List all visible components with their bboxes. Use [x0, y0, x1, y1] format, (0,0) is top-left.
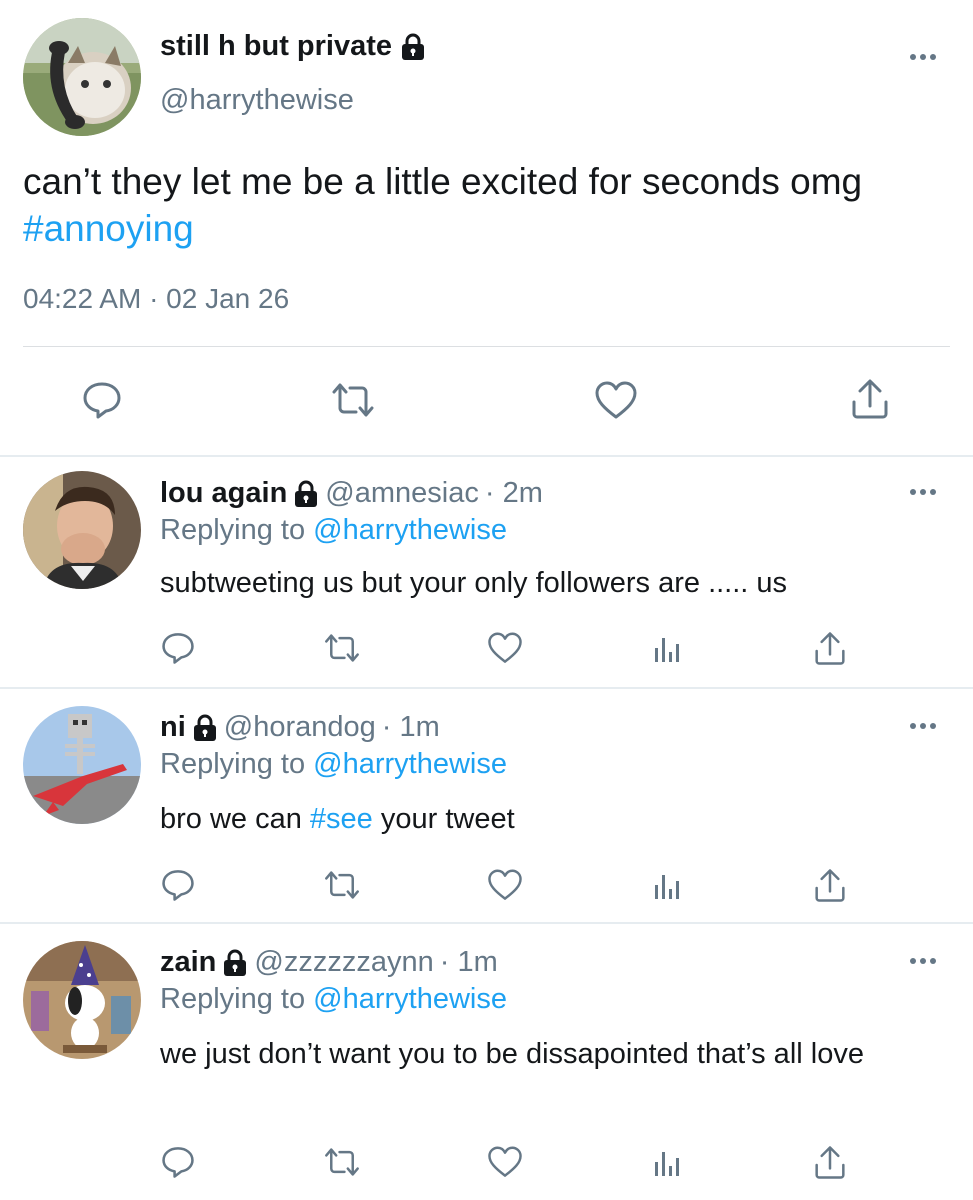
- like-button[interactable]: [486, 1144, 524, 1180]
- reply-tweet: zain @zzzzzzaynn · 1m Replying to @harry…: [0, 924, 973, 1200]
- more-options-icon[interactable]: [910, 958, 936, 964]
- share-icon: [815, 868, 845, 902]
- reply-display-name[interactable]: zain: [160, 946, 216, 979]
- lock-icon: [193, 714, 216, 741]
- hashtag-link[interactable]: #see: [310, 803, 373, 835]
- retweet-icon: [325, 634, 359, 662]
- reply-tweet: lou again @amnesiac · 2m Replying to @ha…: [0, 457, 973, 687]
- reply-handle[interactable]: @horandog: [224, 711, 376, 744]
- like-button[interactable]: [486, 867, 524, 903]
- reply-icon: [162, 870, 194, 901]
- reply-time: · 1m: [381, 711, 440, 743]
- replying-to-label: Replying to: [160, 748, 306, 780]
- more-options-icon[interactable]: [910, 489, 936, 495]
- reply-text-body: bro we can: [160, 803, 310, 835]
- retweet-button[interactable]: [330, 380, 376, 420]
- reply-display-name[interactable]: lou again: [160, 477, 287, 510]
- share-icon: [815, 1145, 845, 1179]
- reply-display-name[interactable]: ni: [160, 711, 186, 744]
- reply-text: subtweeting us but your only followers a…: [160, 563, 940, 603]
- reply-header: lou again @amnesiac · 2m: [160, 477, 543, 510]
- like-icon: [488, 632, 522, 663]
- retweet-button[interactable]: [322, 630, 362, 666]
- share-button[interactable]: [812, 866, 848, 904]
- reply-text: we just don’t want you to be dissapointe…: [160, 1034, 930, 1074]
- main-tweet-body: can’t they let me be a little excited fo…: [23, 161, 863, 202]
- reply-text-body-end: your tweet: [372, 803, 515, 835]
- reply-icon: [162, 633, 194, 664]
- mention-link[interactable]: @harrythewise: [313, 748, 507, 780]
- lock-icon: [402, 33, 425, 60]
- analytics-button[interactable]: [650, 869, 684, 903]
- divider: [23, 346, 950, 347]
- mention-link[interactable]: @harrythewise: [313, 514, 507, 546]
- reply-button[interactable]: [160, 1144, 196, 1180]
- share-icon: [815, 631, 845, 665]
- reply-icon: [162, 1147, 194, 1178]
- main-tweet: still h but private @harrythewise can’t …: [0, 0, 973, 455]
- analytics-icon: [655, 1152, 679, 1176]
- like-icon: [595, 381, 637, 419]
- like-icon: [488, 1146, 522, 1177]
- reply-button[interactable]: [160, 630, 196, 666]
- reply-time: · 2m: [484, 477, 543, 509]
- reply-avatar[interactable]: [23, 941, 141, 1059]
- reply-avatar[interactable]: [23, 706, 141, 824]
- analytics-button[interactable]: [650, 1146, 684, 1180]
- like-button[interactable]: [486, 630, 524, 666]
- replying-to: Replying to @harrythewise: [160, 514, 507, 547]
- reply-handle[interactable]: @amnesiac: [325, 477, 479, 510]
- retweet-icon: [332, 383, 374, 417]
- replying-to-label: Replying to: [160, 514, 306, 546]
- main-display-name-text: still h but private: [160, 30, 393, 62]
- replying-to-label: Replying to: [160, 983, 306, 1015]
- tweet-timestamp[interactable]: 04:22 AM · 02 Jan 26: [23, 283, 289, 315]
- more-options-icon[interactable]: [910, 723, 936, 729]
- more-options-icon[interactable]: [910, 54, 936, 60]
- reply-avatar[interactable]: [23, 471, 141, 589]
- main-display-name[interactable]: still h but private: [160, 30, 426, 63]
- reply-header: zain @zzzzzzaynn · 1m: [160, 946, 498, 979]
- share-button[interactable]: [812, 629, 848, 667]
- reply-handle[interactable]: @zzzzzzaynn: [254, 946, 433, 979]
- retweet-icon: [325, 1148, 359, 1176]
- share-icon: [852, 379, 888, 419]
- lock-icon: [295, 480, 318, 507]
- analytics-icon: [655, 875, 679, 899]
- replying-to: Replying to @harrythewise: [160, 748, 507, 781]
- reply-text-body: we just don’t want you to be dissapointe…: [160, 1038, 864, 1070]
- main-tweet-text: can’t they let me be a little excited fo…: [23, 158, 953, 252]
- analytics-icon: [655, 638, 679, 662]
- main-avatar[interactable]: [23, 18, 141, 136]
- analytics-button[interactable]: [650, 632, 684, 666]
- main-handle[interactable]: @harrythewise: [160, 84, 354, 117]
- like-icon: [488, 869, 522, 900]
- retweet-button[interactable]: [322, 1144, 362, 1180]
- share-button[interactable]: [850, 378, 890, 420]
- reply-tweet: ni @horandog · 1m Replying to @harrythew…: [0, 689, 973, 922]
- reply-text-body: subtweeting us but your only followers a…: [160, 567, 788, 599]
- reply-icon: [83, 382, 121, 419]
- reply-header: ni @horandog · 1m: [160, 711, 440, 744]
- lock-icon: [224, 949, 247, 976]
- retweet-button[interactable]: [322, 867, 362, 903]
- share-button[interactable]: [812, 1143, 848, 1181]
- reply-text: bro we can #see your tweet: [160, 799, 940, 839]
- reply-button[interactable]: [160, 867, 196, 903]
- reply-button[interactable]: [82, 380, 122, 420]
- like-button[interactable]: [594, 381, 638, 421]
- reply-time: · 1m: [439, 946, 498, 978]
- retweet-icon: [325, 871, 359, 899]
- hashtag-link[interactable]: #annoying: [23, 208, 194, 249]
- replying-to: Replying to @harrythewise: [160, 983, 507, 1016]
- mention-link[interactable]: @harrythewise: [313, 983, 507, 1015]
